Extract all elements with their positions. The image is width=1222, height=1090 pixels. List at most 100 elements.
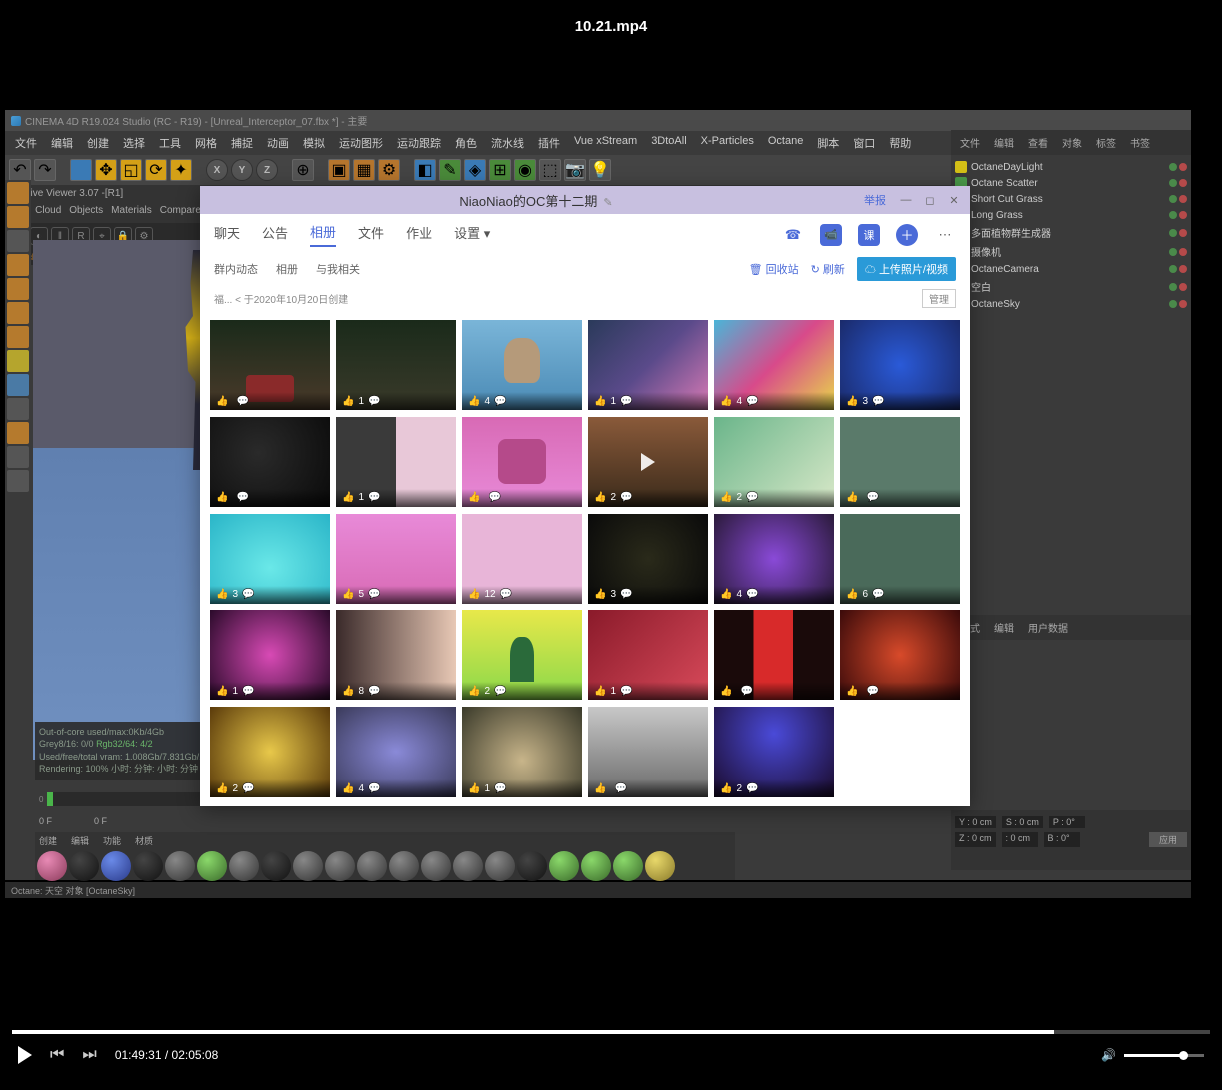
vis-dot[interactable]	[1169, 229, 1177, 237]
obj-多面植物群生成器[interactable]: 多面植物群生成器	[955, 223, 1187, 242]
comment-icon[interactable]: 💬	[368, 589, 380, 600]
subtab-album[interactable]: 相册	[276, 261, 298, 277]
tab-settings[interactable]: 设置 ▾	[454, 223, 490, 246]
minimize-button[interactable]: —	[898, 194, 914, 207]
thumbnail-7[interactable]: 👍 💬	[210, 417, 330, 507]
mat-ball[interactable]	[645, 851, 675, 881]
volume-button[interactable]: 🔊	[1101, 1048, 1116, 1062]
comment-icon[interactable]: 💬	[242, 686, 254, 697]
coord-s[interactable]: S : 0 cm	[1002, 816, 1043, 828]
comment-icon[interactable]: 💬	[746, 783, 758, 794]
coord-sz[interactable]: : 0 cm	[1002, 832, 1038, 847]
edit-icon[interactable]: ✎	[603, 197, 612, 209]
comment-icon[interactable]: 💬	[866, 686, 878, 697]
nurbs-button[interactable]: ◈	[464, 159, 486, 181]
prev-button[interactable]: ⏮	[50, 1046, 64, 1064]
coord-z[interactable]: Z : 0 cm	[955, 832, 996, 847]
mat-ball[interactable]	[133, 851, 163, 881]
menu-Octane[interactable]: Octane	[762, 133, 809, 153]
like-icon[interactable]: 👍	[468, 396, 480, 407]
mat-ball[interactable]	[165, 851, 195, 881]
thumbnail-18[interactable]: 👍6 💬	[840, 514, 960, 604]
render-region-button[interactable]: ▦	[353, 159, 375, 181]
thumbnail-5[interactable]: 👍4 💬	[714, 320, 834, 410]
render-dot[interactable]	[1179, 163, 1187, 171]
lvmenu-Compare[interactable]: Compare	[160, 205, 201, 220]
menu-捕捉[interactable]: 捕捉	[225, 133, 259, 153]
vis-dot[interactable]	[1169, 163, 1177, 171]
like-icon[interactable]: 👍	[594, 589, 606, 600]
comment-icon[interactable]: 💬	[242, 589, 254, 600]
thumbnail-27[interactable]: 👍1 💬	[462, 707, 582, 797]
like-icon[interactable]: 👍	[468, 589, 480, 600]
mat-ball[interactable]	[261, 851, 291, 881]
obj-OctaneDayLight[interactable]: OctaneDayLight	[955, 159, 1187, 175]
vtool-9[interactable]	[7, 374, 29, 396]
like-icon[interactable]: 👍	[720, 396, 732, 407]
vtool-3[interactable]	[7, 230, 29, 252]
obj-Long Grass[interactable]: Long Grass	[955, 207, 1187, 223]
comment-icon[interactable]: 💬	[614, 783, 626, 794]
like-icon[interactable]: 👍	[468, 492, 480, 503]
attrtab-用户数据[interactable]: 用户数据	[1022, 618, 1074, 637]
thumbnail-14[interactable]: 👍5 💬	[336, 514, 456, 604]
menu-模拟[interactable]: 模拟	[297, 133, 331, 153]
menu-运动图形[interactable]: 运动图形	[333, 133, 389, 153]
menu-工具[interactable]: 工具	[153, 133, 187, 153]
thumbnail-13[interactable]: 👍3 💬	[210, 514, 330, 604]
menu-选择[interactable]: 选择	[117, 133, 151, 153]
mat-ball[interactable]	[421, 851, 451, 881]
mat-ball[interactable]	[549, 851, 579, 881]
refresh-link[interactable]: ↻ 刷新	[811, 261, 845, 277]
thumbnail-26[interactable]: 👍4 💬	[336, 707, 456, 797]
omtab-编辑[interactable]: 编辑	[988, 133, 1020, 152]
menu-创建[interactable]: 创建	[81, 133, 115, 153]
lvmenu-Objects[interactable]: Objects	[69, 205, 103, 220]
thumbnail-21[interactable]: 👍2 💬	[462, 610, 582, 700]
vis-dot[interactable]	[1169, 179, 1177, 187]
mattab-编辑[interactable]: 编辑	[71, 834, 89, 847]
vtool-10[interactable]	[7, 398, 29, 420]
vis-dot[interactable]	[1169, 195, 1177, 203]
like-icon[interactable]: 👍	[216, 396, 228, 407]
attrtab-编辑[interactable]: 编辑	[988, 618, 1020, 637]
vtool-13[interactable]	[7, 470, 29, 492]
vis-dot[interactable]	[1169, 283, 1177, 291]
like-icon[interactable]: 👍	[720, 492, 732, 503]
lvmenu-Cloud[interactable]: Cloud	[35, 205, 61, 220]
vtool-2[interactable]	[7, 206, 29, 228]
vis-dot[interactable]	[1169, 211, 1177, 219]
thumbnail-20[interactable]: 👍8 💬	[336, 610, 456, 700]
mat-ball[interactable]	[37, 851, 67, 881]
menu-角色[interactable]: 角色	[449, 133, 483, 153]
deform-button[interactable]: ◉	[514, 159, 536, 181]
volume-slider[interactable]	[1124, 1054, 1204, 1057]
next-button[interactable]: ⏭	[82, 1046, 96, 1064]
play-button[interactable]	[18, 1046, 32, 1064]
like-icon[interactable]: 👍	[216, 686, 228, 697]
vtool-12[interactable]	[7, 446, 29, 468]
move-button[interactable]: ✥	[95, 159, 117, 181]
render-dot[interactable]	[1179, 265, 1187, 273]
mat-ball[interactable]	[325, 851, 355, 881]
menu-编辑[interactable]: 编辑	[45, 133, 79, 153]
like-icon[interactable]: 👍	[720, 589, 732, 600]
render-dot[interactable]	[1179, 300, 1187, 308]
thumbnail-3[interactable]: 👍4 💬	[462, 320, 582, 410]
mat-ball[interactable]	[101, 851, 131, 881]
pivot-button[interactable]: ✦	[170, 159, 192, 181]
env-button[interactable]: ⬚	[539, 159, 561, 181]
menu-3DtoAll[interactable]: 3DtoAll	[645, 133, 692, 153]
gallery-titlebar[interactable]: NiaoNiao的OC第十二期✎ 举报 — ◻ ✕	[200, 186, 970, 214]
maximize-button[interactable]: ◻	[922, 194, 938, 207]
menu-运动跟踪[interactable]: 运动跟踪	[391, 133, 447, 153]
like-icon[interactable]: 👍	[342, 686, 354, 697]
coord-button[interactable]: ⊕	[292, 159, 314, 181]
mat-ball[interactable]	[389, 851, 419, 881]
like-icon[interactable]: 👍	[342, 589, 354, 600]
thumbnail-15[interactable]: 👍12 💬	[462, 514, 582, 604]
mat-ball[interactable]	[613, 851, 643, 881]
render-dot[interactable]	[1179, 179, 1187, 187]
render-dot[interactable]	[1179, 229, 1187, 237]
report-link[interactable]: 举报	[864, 192, 886, 208]
